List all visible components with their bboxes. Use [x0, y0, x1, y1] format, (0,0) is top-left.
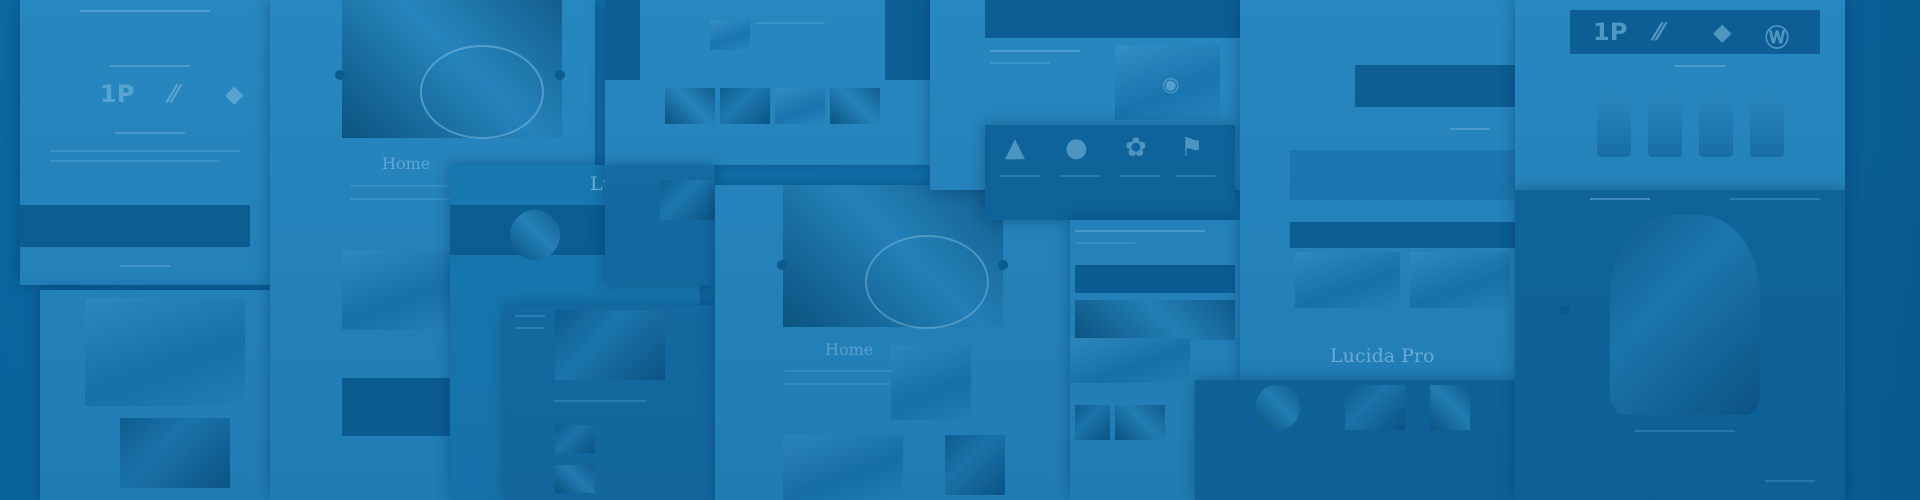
- text-line: [1765, 480, 1815, 482]
- drink-photo: [1430, 385, 1470, 430]
- plate-shape: [420, 45, 544, 139]
- text-line: [1075, 230, 1205, 232]
- theme-preview-card: 1P ⁄⁄ ◆ Ⓦ: [1515, 0, 1845, 190]
- diamond-icon: ◆: [1713, 18, 1732, 46]
- theme-preview-card: Lucida Pro: [1240, 0, 1515, 380]
- basket-photo: [1255, 385, 1300, 430]
- text-line: [110, 65, 190, 67]
- theme-preview-card: [40, 290, 270, 500]
- text-line: [1450, 128, 1490, 130]
- theme-preview-card: [605, 0, 930, 165]
- gallery-photo: [775, 88, 825, 124]
- slider-arrow-left: [335, 70, 345, 80]
- feather-icon: ⁄⁄: [1655, 18, 1664, 46]
- latte-photo: [891, 345, 971, 420]
- text-line: [1120, 175, 1160, 177]
- section-band: [1075, 265, 1235, 293]
- theme-preview-card: ▲ ● ✿ ⚑: [985, 125, 1235, 220]
- section-heading: Home: [382, 154, 431, 173]
- text-line: [785, 370, 905, 372]
- team-member-photo: [1699, 92, 1733, 157]
- guitarist-photo: [1610, 215, 1760, 415]
- text-line: [1060, 175, 1100, 177]
- brand-logo-icon: 1P: [1593, 18, 1628, 46]
- header-band: [605, 0, 640, 80]
- header-band: [885, 0, 930, 80]
- boat-photo: [1070, 338, 1190, 383]
- theme-screenshot-collage: 1P ⁄⁄ ◆ Home Lucid: [0, 0, 1920, 500]
- slider-arrow-left: [1560, 305, 1570, 315]
- theme-preview-card: Home: [715, 185, 1070, 500]
- text-line: [1730, 198, 1820, 200]
- testimonial-photo: [1295, 252, 1400, 308]
- user-icon: ●: [1065, 133, 1088, 163]
- map-pin-icon: ⚑: [1180, 133, 1204, 163]
- slider-arrow-right: [555, 70, 565, 80]
- wordpress-icon: Ⓦ: [1765, 24, 1789, 52]
- team-member-photo: [1750, 92, 1784, 157]
- dessert-photo: [1345, 385, 1405, 430]
- city-photo: [1075, 300, 1235, 340]
- woman-portrait-photo: [342, 250, 452, 330]
- thumbnail-photo: [555, 425, 595, 453]
- site-title: Lucida Pro: [1330, 345, 1435, 367]
- dark-band: [342, 378, 452, 436]
- thumbnail-photo: [555, 465, 595, 493]
- text-line: [1075, 242, 1135, 244]
- graduation-cap-icon: ▲: [1005, 133, 1025, 163]
- text-line: [80, 10, 210, 12]
- landscape-photo: [120, 418, 230, 488]
- diamond-icon: ◆: [225, 80, 244, 108]
- header-band: [985, 0, 1240, 38]
- mountain-photo: [555, 310, 665, 380]
- brand-logo-icon: 1P: [100, 80, 135, 108]
- text-line: [50, 150, 240, 152]
- text-line: [515, 327, 545, 329]
- feature-row: [1290, 150, 1515, 200]
- text-line: [1675, 65, 1725, 67]
- plate-shape: [865, 235, 989, 329]
- thumbnail-photo: [1075, 405, 1110, 440]
- theme-preview-card: [605, 165, 715, 285]
- food-photo: [945, 435, 1005, 495]
- footer-band: [20, 205, 250, 247]
- hands-photo: [85, 298, 245, 406]
- text-line: [1175, 175, 1215, 177]
- theme-preview-card: [1515, 190, 1845, 500]
- text-line: [115, 132, 185, 134]
- text-line: [755, 22, 825, 24]
- text-line: [785, 383, 895, 385]
- basket-photo: [510, 210, 560, 260]
- woman-portrait-photo: [783, 435, 903, 500]
- slider-arrow-right: [998, 260, 1008, 270]
- text-line: [50, 160, 220, 162]
- thumbnail-photo: [1115, 405, 1165, 440]
- text-line: [555, 400, 645, 402]
- theme-preview-card: [1195, 380, 1515, 500]
- feather-icon: ⁄⁄: [170, 80, 179, 108]
- testimonial-photo: [1410, 252, 1510, 308]
- text-line: [1000, 175, 1040, 177]
- gallery-photo: [665, 88, 715, 124]
- text-line: [1635, 430, 1735, 432]
- spa-photo: [660, 180, 715, 220]
- text-line: [990, 62, 1050, 64]
- product-photo: [710, 20, 750, 50]
- team-member-photo: [1597, 92, 1631, 157]
- text-line: [1590, 198, 1650, 200]
- section-band: [1290, 222, 1515, 248]
- theme-preview-card: [505, 305, 720, 500]
- team-member-photo: [1648, 92, 1682, 157]
- camera-icon: ◉: [1162, 72, 1180, 96]
- theme-preview-card: 1P ⁄⁄ ◆: [20, 0, 270, 285]
- gallery-photo: [720, 88, 770, 124]
- text-line: [120, 265, 170, 267]
- award-ribbon-icon: ✿: [1125, 133, 1147, 163]
- section-heading: Home: [825, 340, 874, 359]
- text-line: [990, 50, 1080, 52]
- gallery-photo: [830, 88, 880, 124]
- slider-arrow-left: [777, 260, 787, 270]
- text-line: [515, 315, 545, 317]
- header-band: [1355, 65, 1515, 107]
